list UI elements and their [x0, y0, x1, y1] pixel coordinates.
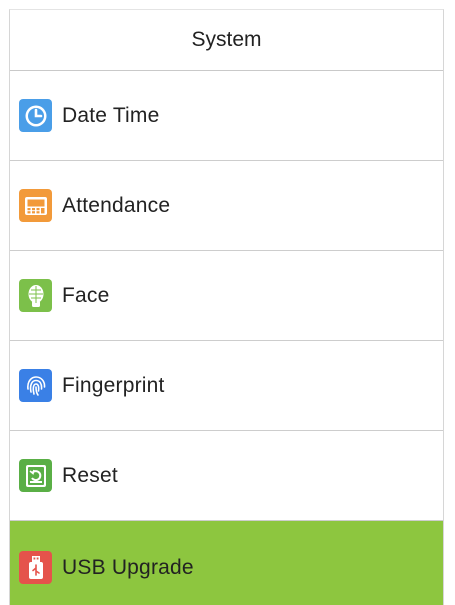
fingerprint-icon [19, 369, 52, 402]
menu-item-reset[interactable]: Reset [10, 431, 443, 521]
usb-icon [19, 551, 52, 584]
attendance-terminal-icon [19, 189, 52, 222]
system-menu-screen: System Date Time Attendance Face Fingerp… [9, 9, 444, 605]
system-menu-list: Date Time Attendance Face Fingerprint Re… [10, 71, 443, 605]
menu-item-date-time[interactable]: Date Time [10, 71, 443, 161]
title-bar: System [10, 10, 443, 71]
menu-item-label: Date Time [62, 103, 160, 127]
reset-icon [19, 459, 52, 492]
menu-item-label: USB Upgrade [62, 555, 194, 579]
menu-item-label: Fingerprint [62, 373, 165, 397]
menu-item-face[interactable]: Face [10, 251, 443, 341]
menu-item-label: Reset [62, 463, 118, 487]
menu-item-attendance[interactable]: Attendance [10, 161, 443, 251]
menu-item-label: Attendance [62, 193, 171, 217]
menu-item-fingerprint[interactable]: Fingerprint [10, 341, 443, 431]
menu-item-usb-upgrade[interactable]: USB Upgrade [10, 521, 443, 605]
clock-icon [19, 99, 52, 132]
page-title: System [191, 28, 262, 51]
menu-item-label: Face [62, 283, 110, 307]
face-scan-icon [19, 279, 52, 312]
